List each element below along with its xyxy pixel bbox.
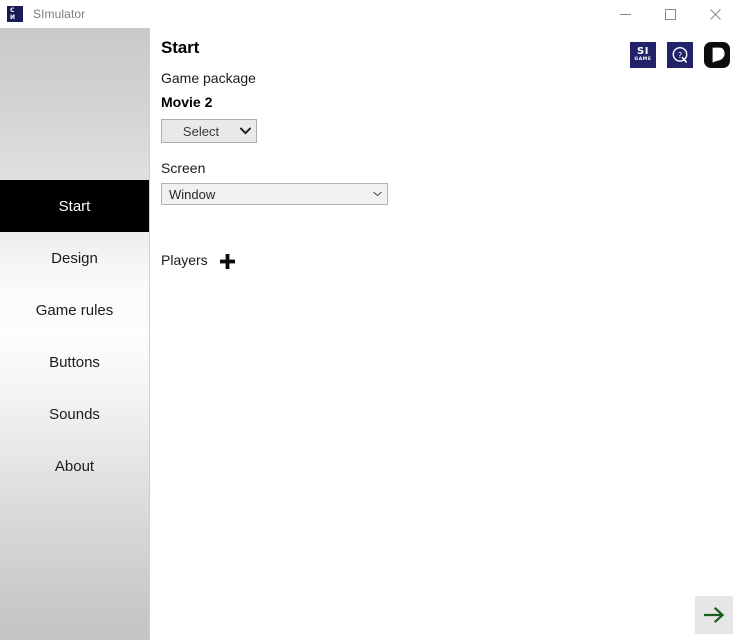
sigame-logo-line1: SI <box>637 46 649 57</box>
app-icon-line1: C <box>10 7 15 14</box>
sidebar-item-about[interactable]: About <box>0 440 149 492</box>
close-button[interactable] <box>693 0 738 28</box>
next-button[interactable] <box>695 596 733 634</box>
sidebar-item-label: Start <box>58 197 91 215</box>
sidebar-nav: Start Design Game rules Buttons Sounds A… <box>0 180 149 492</box>
minimize-icon <box>620 13 631 15</box>
svg-text:?: ? <box>678 50 682 60</box>
sigame-app-icon: C И <box>7 6 23 22</box>
sidebar: Start Design Game rules Buttons Sounds A… <box>0 28 150 640</box>
select-package-button[interactable]: Select <box>161 119 257 143</box>
screen-select-value: Window <box>169 186 216 202</box>
sidebar-item-label: Sounds <box>49 405 100 423</box>
sidebar-item-label: Design <box>51 249 98 267</box>
sigame-logo-line2: GAME <box>634 57 652 62</box>
close-icon <box>710 8 721 20</box>
sidebar-item-label: Buttons <box>49 353 100 371</box>
players-row: Players <box>161 251 237 269</box>
simulator-window: C И SImulator Start Design Game rules Bu… <box>0 0 738 640</box>
minimize-button[interactable] <box>603 0 648 28</box>
arrow-right-icon <box>704 607 725 623</box>
app-icon-line2: И <box>10 14 16 21</box>
patreon-logo-icon <box>704 42 730 68</box>
sigame-logo-button[interactable]: SI GAME <box>630 42 656 68</box>
plus-icon[interactable] <box>219 252 237 270</box>
game-package-value: Movie 2 <box>161 94 213 110</box>
sidebar-item-design[interactable]: Design <box>0 232 149 284</box>
chevron-down-icon <box>234 127 256 135</box>
title-bar: C И SImulator <box>0 0 738 28</box>
game-package-label: Game package <box>161 70 256 86</box>
screen-select[interactable]: Window <box>161 183 388 205</box>
window-controls <box>603 0 738 28</box>
sidebar-item-sounds[interactable]: Sounds <box>0 388 149 440</box>
sigame-logo-icon: SI GAME <box>630 42 656 68</box>
screen-label: Screen <box>161 160 206 176</box>
brand-icon-group: SI GAME ? <box>630 42 730 68</box>
maximize-icon <box>665 8 676 20</box>
maximize-button[interactable] <box>648 0 693 28</box>
chevron-down-icon <box>367 191 387 197</box>
sidebar-item-label: Game rules <box>35 301 114 319</box>
main-content: Start Game package Movie 2 Select Screen… <box>151 28 738 640</box>
quiz-q-logo-icon: ? <box>667 42 693 68</box>
window-title: SImulator <box>33 7 86 21</box>
patreon-logo-button[interactable] <box>704 42 730 68</box>
sidebar-item-buttons[interactable]: Buttons <box>0 336 149 388</box>
select-package-label: Select <box>182 123 220 139</box>
sidebar-item-start[interactable]: Start <box>0 180 149 232</box>
sidebar-item-label: About <box>54 457 95 475</box>
players-label: Players <box>161 252 208 268</box>
quiz-q-logo-button[interactable]: ? <box>667 42 693 68</box>
sidebar-item-game-rules[interactable]: Game rules <box>0 284 149 336</box>
page-title: Start <box>161 38 200 57</box>
